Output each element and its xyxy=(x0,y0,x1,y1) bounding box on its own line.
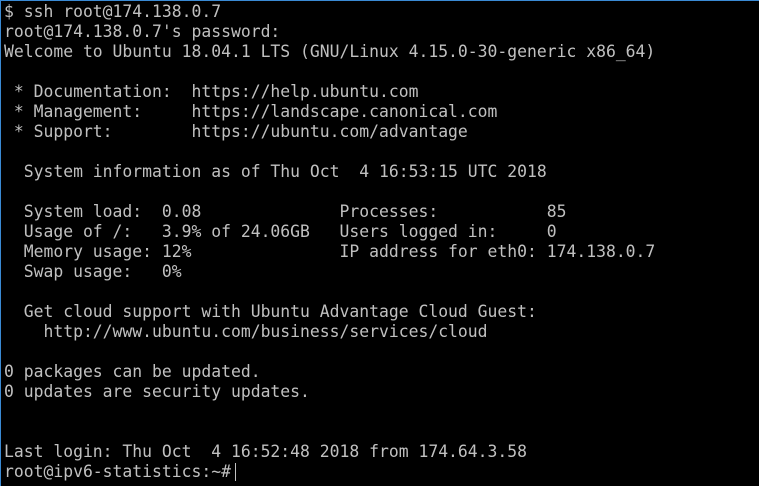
terminal-line: Usage of /: 3.9% of 24.06GB Users logged… xyxy=(4,222,557,241)
terminal-line: 0 updates are security updates. xyxy=(4,382,310,401)
text-cursor[interactable] xyxy=(234,463,236,481)
terminal-line: http://www.ubuntu.com/business/services/… xyxy=(4,322,488,341)
terminal-line: System information as of Thu Oct 4 16:53… xyxy=(4,162,547,181)
terminal-line: Welcome to Ubuntu 18.04.1 LTS (GNU/Linux… xyxy=(4,42,656,61)
terminal-line: 0 packages can be updated. xyxy=(4,362,261,381)
terminal-line: System load: 0.08 Processes: 85 xyxy=(4,202,567,221)
terminal-line: * Management: https://landscape.canonica… xyxy=(4,102,498,121)
terminal-line: root@174.138.0.7's password: xyxy=(4,22,281,41)
terminal-line: * Support: https://ubuntu.com/advantage xyxy=(4,122,468,141)
shell-prompt-line[interactable]: root@ipv6-statistics:~# xyxy=(4,462,236,482)
terminal-line: $ ssh root@174.138.0.7 xyxy=(4,2,222,21)
terminal-line: * Documentation: https://help.ubuntu.com xyxy=(4,82,419,101)
terminal-line: Swap usage: 0% xyxy=(4,262,182,281)
terminal-line: Get cloud support with Ubuntu Advantage … xyxy=(4,302,537,321)
shell-prompt: root@ipv6-statistics:~# xyxy=(4,462,231,481)
terminal-line: Last login: Thu Oct 4 16:52:48 2018 from… xyxy=(4,442,528,461)
terminal-line: Memory usage: 12% IP address for eth0: 1… xyxy=(4,242,656,261)
terminal-window[interactable]: $ ssh root@174.138.0.7 root@174.138.0.7'… xyxy=(0,0,759,486)
